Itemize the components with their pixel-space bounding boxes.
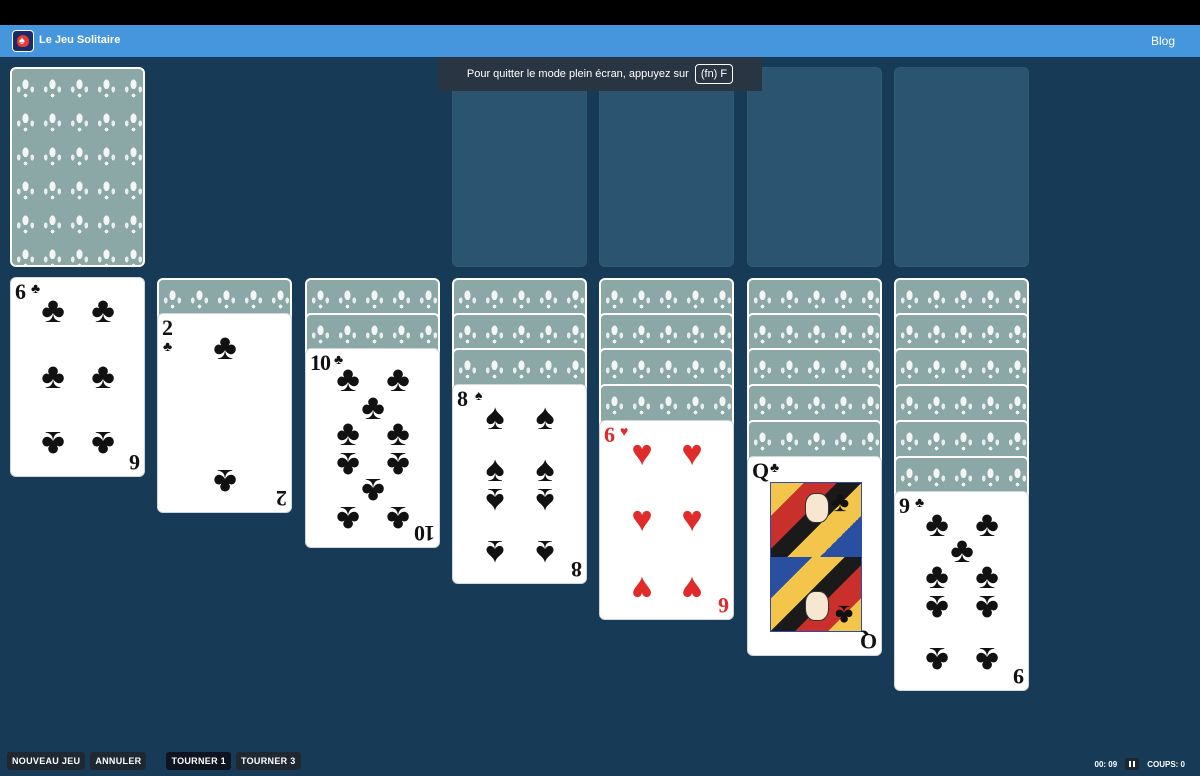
card-rank-bottom: Q — [860, 629, 877, 654]
heart-pip-icon: ♥ — [681, 432, 703, 473]
club-pip-icon: ♣ — [336, 499, 360, 540]
card-rank-bottom: 10 — [415, 521, 435, 546]
club-pip-icon: ♣ — [950, 529, 974, 570]
card-rank: Q — [752, 458, 769, 483]
game-status: 00: 09 COUPS: 0 — [1095, 758, 1185, 770]
heart-pip-icon: ♥ — [631, 498, 653, 539]
app-logo-icon[interactable] — [12, 30, 34, 52]
card-rank: 6 — [15, 279, 26, 304]
spade-pip-icon: ♠ — [485, 533, 505, 574]
foundation-slot-2[interactable] — [599, 67, 734, 267]
club-pip-icon: ♣ — [834, 600, 854, 631]
club-suit-icon: ♣ — [770, 459, 780, 475]
club-pip-icon: ♣ — [41, 355, 65, 396]
spade-pip-icon: ♠ — [535, 396, 555, 437]
club-pip-icon: ♣ — [213, 462, 237, 503]
tableau-card-queen-clubs[interactable]: Q ♣ ♣ ♣ Q — [747, 456, 882, 656]
club-pip-icon: ♣ — [336, 358, 360, 399]
card-rank: 8 — [457, 386, 468, 411]
card-rank-bottom: 6 — [719, 593, 729, 618]
foundation-slot-4[interactable] — [894, 67, 1029, 267]
club-pip-icon: ♣ — [91, 355, 115, 396]
fullscreen-toast: Pour quitter le mode plein écran, appuye… — [438, 57, 762, 91]
tableau-card-9-clubs[interactable]: 9 ♣ ♣ ♣ ♣ ♣ ♣ ♣ ♣ ♣ ♣ 9 — [894, 491, 1029, 691]
app-header: Le Jeu Solitaire Blog — [0, 25, 1200, 57]
spade-suit-icon: ♠ — [475, 387, 483, 403]
club-pip-icon: ♣ — [925, 503, 949, 544]
card-rank-bottom: 2 — [277, 486, 287, 511]
game-controls: NOUVEAU JEU ANNULER TOURNER 1 TOURNER 3 — [7, 752, 301, 770]
spade-pip-icon: ♠ — [535, 481, 555, 522]
club-pip-icon: ♣ — [91, 424, 115, 465]
spade-pip-icon: ♠ — [535, 533, 555, 574]
tableau-card-2-clubs[interactable]: 2 ♣ ♣ ♣ 2 — [157, 313, 292, 513]
club-pip-icon: ♣ — [975, 640, 999, 681]
draw-three-button[interactable]: TOURNER 3 — [235, 752, 301, 770]
club-pip-icon: ♣ — [361, 471, 385, 512]
club-pip-icon: ♣ — [41, 289, 65, 330]
card-rank: 6 — [604, 422, 615, 447]
foundation-slot-3[interactable] — [747, 67, 882, 267]
pause-icon[interactable] — [1125, 758, 1140, 770]
app-title[interactable]: Le Jeu Solitaire — [39, 34, 120, 46]
move-counter: COUPS: 0 — [1147, 759, 1185, 769]
new-game-button[interactable]: NOUVEAU JEU — [7, 752, 86, 770]
club-suit-icon: ♣ — [915, 494, 925, 510]
club-pip-icon: ♣ — [41, 424, 65, 465]
tableau-card-8-spades[interactable]: 8 ♠ ♠ ♠ ♠ ♠ ♠ ♠ ♠ ♠ 8 — [452, 384, 587, 584]
heart-pip-icon: ♥ — [681, 498, 703, 539]
club-suit-icon: ♣ — [163, 338, 173, 354]
toast-key: (fn) F — [694, 64, 734, 84]
window-top-bar — [0, 0, 1200, 25]
heart-pip-icon: ♥ — [631, 432, 653, 473]
spade-pip-icon: ♠ — [485, 481, 505, 522]
heart-pip-icon: ♥ — [631, 569, 653, 610]
club-suit-icon: ♣ — [31, 280, 41, 296]
undo-button[interactable]: ANNULER — [90, 752, 147, 770]
club-pip-icon: ♣ — [361, 386, 385, 427]
toast-message: Pour quitter le mode plein écran, appuye… — [466, 68, 689, 80]
card-rank-bottom: 9 — [1014, 664, 1024, 689]
card-rank-bottom: 6 — [130, 450, 140, 475]
card-rank: 2 — [162, 315, 173, 340]
club-pip-icon: ♣ — [213, 326, 237, 367]
club-pip-icon: ♣ — [91, 289, 115, 330]
timer: 00: 09 — [1094, 759, 1118, 769]
card-rank: 10 — [310, 350, 331, 375]
tableau-card-10-clubs[interactable]: 10 ♣ ♣ ♣ ♣ ♣ ♣ ♣ ♣ ♣ ♣ ♣ 10 — [305, 348, 440, 548]
club-pip-icon: ♣ — [830, 486, 850, 517]
draw-one-button[interactable]: TOURNER 1 — [166, 752, 231, 770]
stock-pile[interactable] — [10, 67, 145, 267]
club-pip-icon: ♣ — [386, 445, 410, 486]
club-pip-icon: ♣ — [925, 640, 949, 681]
club-pip-icon: ♣ — [925, 588, 949, 629]
club-pip-icon: ♣ — [975, 588, 999, 629]
blog-link[interactable]: Blog — [1151, 34, 1175, 48]
heart-pip-icon: ♥ — [681, 569, 703, 610]
tableau-card-6-clubs[interactable]: 6 ♣ ♣ ♣ ♣ ♣ ♣ ♣ 6 — [10, 277, 145, 477]
heart-suit-icon: ♥ — [620, 423, 629, 439]
card-rank-bottom: 8 — [572, 557, 582, 582]
spade-pip-icon: ♠ — [485, 396, 505, 437]
club-pip-icon: ♣ — [386, 499, 410, 540]
club-pip-icon: ♣ — [336, 445, 360, 486]
club-pip-icon: ♣ — [386, 358, 410, 399]
foundation-slot-1[interactable] — [452, 67, 587, 267]
card-rank: 9 — [899, 493, 910, 518]
tableau-card-6-hearts[interactable]: 6 ♥ ♥ ♥ ♥ ♥ ♥ ♥ 6 — [599, 420, 734, 620]
club-pip-icon: ♣ — [975, 503, 999, 544]
